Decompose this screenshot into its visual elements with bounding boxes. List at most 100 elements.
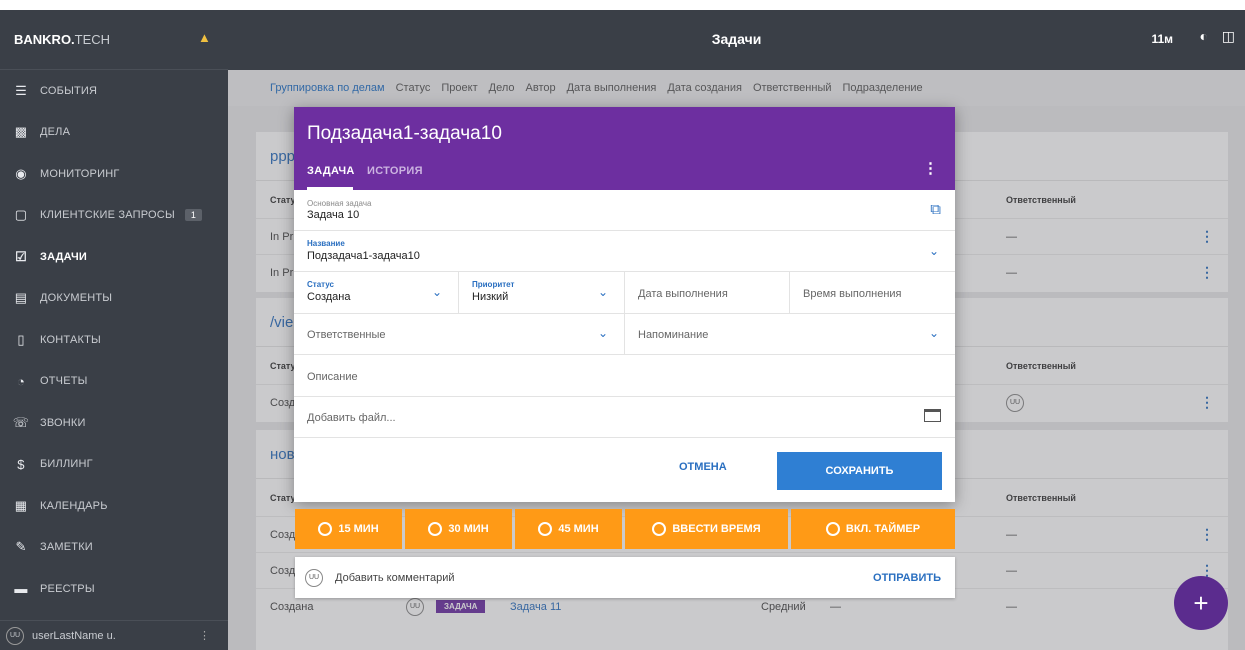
due-date-field[interactable]: Дата выполнения <box>625 272 790 313</box>
button-label: ВКЛ. ТАЙМЕР <box>845 523 921 535</box>
tab-history[interactable]: ИСТОРИЯ <box>367 165 423 177</box>
timer-icon <box>428 522 443 536</box>
sidebar-item-label: КЛИЕНТСКИЕ ЗАПРОСЫ <box>40 209 175 222</box>
dialog-actions: ОТМЕНА СОХРАНИТЬ <box>294 438 955 502</box>
status-select[interactable]: Статус Создана ⌄ <box>294 272 459 313</box>
sidebar-item[interactable]: ☏ ЗВОНКИ <box>0 402 228 444</box>
time-tracking-bar: 15 МИН 30 МИН 45 МИН ВВЕСТИ ВРЕМЯ ВКЛ. Т… <box>295 509 955 549</box>
start-timer-button[interactable]: ВКЛ. ТАЙМЕР <box>791 509 955 549</box>
user-profile[interactable]: UU userLastName u. ⋮ <box>0 620 228 650</box>
field-value: Задача 10 <box>307 209 360 221</box>
document-icon: ▤ <box>14 290 28 306</box>
book-icon: ▯ <box>17 331 25 347</box>
comment-bar: UU Добавить комментарий ОТПРАВИТЬ <box>295 557 955 598</box>
reminder-select[interactable]: Напоминание ⌄ <box>625 314 955 354</box>
field-label: Название <box>307 239 345 248</box>
sidebar-item-label: КОНТАКТЫ <box>40 333 101 346</box>
save-button[interactable]: СОХРАНИТЬ <box>777 452 942 490</box>
timer-icon[interactable]: ◐ <box>1200 28 1208 44</box>
parent-task-field[interactable]: Основная задача Задача 10 ⧉ <box>294 190 955 231</box>
timer-icon <box>538 522 553 536</box>
sidebar-item[interactable]: ◉ МОНИТОРИНГ <box>0 153 228 195</box>
chevron-down-icon[interactable]: ⌄ <box>432 285 442 299</box>
name-field[interactable]: Название Подзадача1-задача10 ⌄ <box>294 231 955 272</box>
user-name: userLastName u. <box>32 629 116 642</box>
clipboard-check-icon: ☑ <box>15 248 27 264</box>
field-value: Низкий <box>472 291 509 303</box>
registry-icon: ▬ <box>14 581 28 597</box>
sidebar-item[interactable]: ▤ ДОКУМЕНТЫ <box>0 278 228 320</box>
field-value: Создана <box>307 291 351 303</box>
enter-time-button[interactable]: ВВЕСТИ ВРЕМЯ <box>625 509 788 549</box>
attach-file-field[interactable]: Добавить файл... <box>294 397 955 438</box>
priority-select[interactable]: Приоритет Низкий ⌄ <box>459 272 625 313</box>
file-placeholder: Добавить файл... <box>307 412 396 424</box>
sidebar-item-label: БИЛЛИНГ <box>40 458 93 471</box>
assignees-select[interactable]: Ответственные ⌄ <box>294 314 625 354</box>
bell-icon[interactable]: ▲ <box>198 30 211 45</box>
window-frame <box>0 0 1245 10</box>
page-title: Задачи <box>711 31 762 47</box>
sidebar-item-label: КАЛЕНДАРЬ <box>40 499 108 512</box>
more-vert-icon[interactable]: ⋮ <box>923 159 938 177</box>
sidebar-item[interactable]: ▦ КАЛЕНДАРЬ <box>0 485 228 527</box>
sidebar-item-label: СОБЫТИЯ <box>40 84 98 97</box>
sidebar-item[interactable]: ✎ ЗАМЕТКИ <box>0 527 228 569</box>
assignee-reminder-row: Ответственные ⌄ Напоминание ⌄ <box>294 314 955 355</box>
dialog-title: Подзадача1-задача10 <box>307 123 502 144</box>
field-label: Приоритет <box>472 280 515 289</box>
chevron-down-icon[interactable]: ⌄ <box>598 326 608 340</box>
calendar-icon: ▦ <box>14 497 28 513</box>
assignees-placeholder: Ответственные <box>307 329 386 341</box>
cancel-button[interactable]: ОТМЕНА <box>679 461 727 473</box>
send-comment-button[interactable]: ОТПРАВИТЬ <box>873 572 941 584</box>
dollar-icon: $ <box>17 456 25 472</box>
events-icon: ☰ <box>15 82 27 98</box>
sidebar-item[interactable]: ▢ КЛИЕНТСКИЕ ЗАПРОСЫ 1 <box>0 195 228 237</box>
sidebar-item-label: ДОКУМЕНТЫ <box>40 292 113 305</box>
description-field[interactable]: Описание <box>294 355 955 397</box>
brand-bold: BANKRO. <box>14 32 75 47</box>
sidebar-item[interactable]: $ БИЛЛИНГ <box>0 444 228 486</box>
open-external-icon[interactable]: ⧉ <box>930 201 941 218</box>
brand-logo[interactable]: BANKRO. TECH ▲ <box>0 10 228 70</box>
monitor-icon: ▢ <box>14 207 28 223</box>
reminder-placeholder: Напоминание <box>638 329 709 341</box>
field-label: Статус <box>307 280 334 289</box>
sidebar-item[interactable]: ▯ КОНТАКТЫ <box>0 319 228 361</box>
sidebar-item-label: ОТЧЕТЫ <box>40 375 88 388</box>
tab-task[interactable]: ЗАДАЧА <box>307 165 355 177</box>
sidebar-item-label: МОНИТОРИНГ <box>40 167 120 180</box>
count-badge: 1 <box>184 209 203 222</box>
button-label: 45 МИН <box>558 523 599 535</box>
chevron-down-icon[interactable]: ⌄ <box>929 244 939 258</box>
sidebar-item[interactable]: ◔ ОТЧЕТЫ <box>0 361 228 403</box>
sidebar-item-label: ЗАДАЧИ <box>40 250 88 263</box>
chevron-down-icon[interactable]: ⌄ <box>598 285 608 299</box>
folder-icon[interactable] <box>924 409 941 422</box>
task-edit-dialog: Подзадача1-задача10 ЗАДАЧА ИСТОРИЯ ⋮ Осн… <box>294 107 955 502</box>
panel-toggle-icon[interactable]: ◫ <box>1222 28 1235 45</box>
sidebar-item[interactable]: ☑ ЗАДАЧИ <box>0 236 228 278</box>
add-15-min-button[interactable]: 15 МИН <box>295 509 402 549</box>
more-vert-icon[interactable]: ⋮ <box>199 629 210 642</box>
status-priority-row: Статус Создана ⌄ Приоритет Низкий ⌄ Дата… <box>294 272 955 314</box>
chevron-down-icon[interactable]: ⌄ <box>929 326 939 340</box>
sidebar-item[interactable]: ☰ СОБЫТИЯ <box>0 70 228 112</box>
add-45-min-button[interactable]: 45 МИН <box>515 509 622 549</box>
sidebar-item[interactable]: ▬ РЕЕСТРЫ <box>0 568 228 610</box>
sidebar-item[interactable]: ▩ ДЕЛА <box>0 112 228 154</box>
add-30-min-button[interactable]: 30 МИН <box>405 509 512 549</box>
sidebar-item-label: ЗАМЕТКИ <box>40 541 93 554</box>
time-counter: 11м <box>1151 32 1173 46</box>
sidebar: BANKRO. TECH ▲ ☰ СОБЫТИЯ ▩ ДЕЛА ◉ МОНИТОРИНГ ▢ К… <box>0 10 228 650</box>
avatar: UU <box>6 626 24 645</box>
add-fab-button[interactable]: + <box>1174 576 1228 630</box>
dialog-header: Подзадача1-задача10 ЗАДАЧА ИСТОРИЯ ⋮ <box>294 107 955 190</box>
comment-input[interactable]: Добавить комментарий <box>335 572 454 584</box>
brand-rest: TECH <box>74 32 111 47</box>
timer-icon <box>652 522 667 536</box>
timer-icon <box>318 522 333 536</box>
due-time-field[interactable]: Время выполнения <box>790 272 955 313</box>
sidebar-item-label: ЗВОНКИ <box>40 416 86 429</box>
